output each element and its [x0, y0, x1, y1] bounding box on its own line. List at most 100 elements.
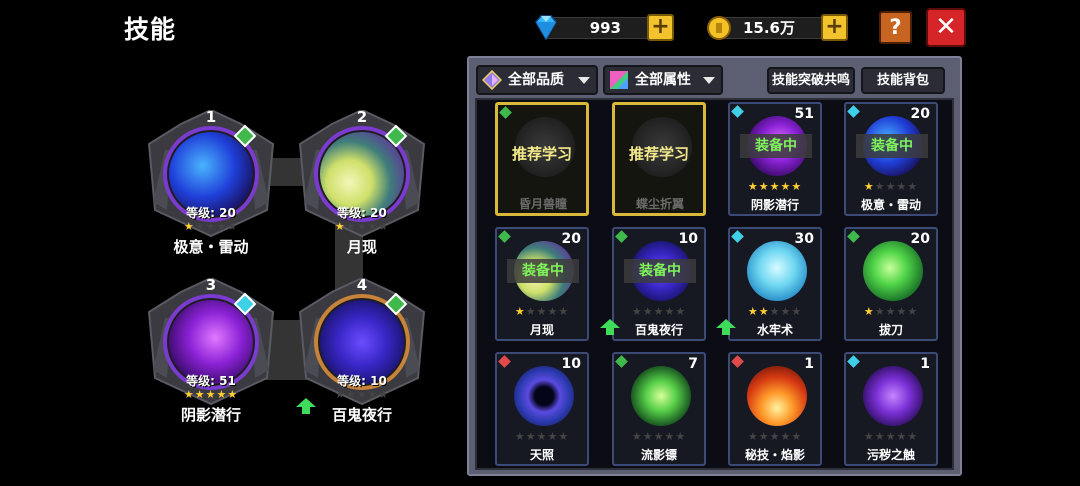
recommend-badge: 推荐学习	[628, 145, 689, 163]
skill-stars: ★★★★★	[863, 180, 919, 193]
skill-name: 天照	[529, 448, 554, 462]
quality-gem-icon	[615, 230, 628, 243]
skill-orb	[747, 366, 807, 426]
skill-count: 10	[561, 356, 581, 372]
quality-gem-icon	[482, 70, 502, 90]
skill-name: 昏月兽瞳	[518, 197, 567, 211]
diamond-currency: 993 +	[532, 14, 674, 41]
skill-inventory-panel: 全部品质 全部属性 技能突破共鸣 技能背包 推荐学习 昏月兽瞳 推荐学习 蝶尘折翼 51…	[467, 56, 962, 476]
skill-card[interactable]: 1 ★★★★★ 污秽之触	[844, 352, 938, 466]
quality-filter-label: 全部品质	[508, 72, 564, 88]
skill-count: 30	[794, 231, 814, 247]
slot-skill-name: 极意・雷动	[173, 238, 249, 256]
slot-number: 1	[205, 108, 217, 126]
slot-stars: ★★★★★	[334, 388, 390, 401]
recommend-badge: 推荐学习	[511, 145, 572, 163]
diamond-amount: 993	[546, 17, 656, 39]
skill-card[interactable]: 20 装备中 ★★★★★ 极意・雷动	[844, 102, 938, 216]
gold-coin-icon	[707, 16, 731, 40]
skill-card[interactable]: 51 装备中 ★★★★★ 阴影潜行	[728, 102, 822, 216]
skill-count: 51	[794, 106, 814, 122]
equipped-slot-3[interactable]: 3 等级: 51 ★★★★★ 阴影潜行	[145, 268, 277, 428]
slot-skill-name: 百鬼夜行	[331, 406, 392, 424]
slot-stars: ★★★★★	[183, 220, 239, 233]
skill-stars: ★★★★★	[514, 430, 570, 443]
quality-filter-dropdown[interactable]: 全部品质	[476, 65, 598, 95]
skill-count: 20	[910, 106, 930, 122]
chevron-down-icon	[578, 77, 590, 84]
skill-backpack-button[interactable]: 技能背包	[861, 67, 945, 94]
quality-gem-icon	[498, 355, 511, 368]
add-diamond-button[interactable]: +	[647, 14, 674, 41]
quality-gem-icon	[847, 355, 860, 368]
quality-gem-icon	[847, 230, 860, 243]
skill-stars: ★★★★★	[747, 180, 803, 193]
skill-stars: ★★★★★	[863, 430, 919, 443]
slot-skill-name: 月现	[346, 238, 377, 256]
quality-gem-icon	[847, 105, 860, 118]
slot-stars: ★★★★★	[334, 220, 390, 233]
skill-orb	[514, 366, 574, 426]
skill-card[interactable]: 30 ★★★★★ 水牢术	[728, 227, 822, 341]
slot-skill-name: 阴影潜行	[180, 406, 241, 424]
quality-gem-icon	[731, 355, 744, 368]
slot-stars: ★★★★★	[183, 388, 239, 401]
slot-number: 2	[356, 108, 368, 126]
skill-stars: ★★★★★	[747, 430, 803, 443]
slot-level: 等级: 20	[186, 206, 236, 220]
attribute-square-icon	[610, 71, 628, 89]
skill-stars: ★★★★★	[514, 305, 570, 318]
skill-name: 秘技・焰影	[744, 448, 805, 462]
gold-amount: 15.6万	[720, 17, 830, 39]
quality-gem-icon	[731, 230, 744, 243]
equipped-slot-1[interactable]: 1 等级: 20 ★★★★★ 极意・雷动	[145, 100, 277, 260]
skill-card-grid: 推荐学习 昏月兽瞳 推荐学习 蝶尘折翼 51 装备中 ★★★★★ 阴影潜行 20 装备中 ★★★★★…	[475, 98, 954, 470]
chevron-down-icon	[703, 77, 715, 84]
skill-card[interactable]: 20 ★★★★★ 拔刀	[844, 227, 938, 341]
gold-currency: 15.6万 +	[706, 14, 848, 41]
equipped-badge: 装备中	[507, 259, 579, 283]
attribute-filter-label: 全部属性	[635, 72, 691, 88]
help-button[interactable]: ?	[879, 11, 912, 44]
slot-number: 4	[356, 276, 368, 294]
skill-orb	[631, 366, 691, 426]
slot-level: 等级: 10	[337, 374, 387, 388]
upgrade-arrow-icon	[600, 319, 620, 335]
skill-breakthrough-button[interactable]: 技能突破共鸣	[767, 67, 855, 94]
add-gold-button[interactable]: +	[821, 14, 848, 41]
slot-level: 等级: 51	[186, 374, 236, 388]
equipped-badge: 装备中	[856, 134, 928, 158]
attribute-filter-dropdown[interactable]: 全部属性	[603, 65, 723, 95]
slot-level: 等级: 20	[337, 206, 387, 220]
skill-name: 月现	[529, 323, 554, 337]
skill-card[interactable]: 7 ★★★★★ 流影镖	[612, 352, 706, 466]
quality-gem-icon	[731, 105, 744, 118]
page-title: 技能	[124, 15, 177, 44]
skill-card[interactable]: 20 装备中 ★★★★★ 月现	[495, 227, 589, 341]
skill-card[interactable]: 10 ★★★★★ 天照	[495, 352, 589, 466]
skill-card[interactable]: 10 装备中 ★★★★★ 百鬼夜行	[612, 227, 706, 341]
skill-name: 极意・雷动	[860, 198, 921, 212]
quality-gem-icon	[615, 355, 628, 368]
skill-card[interactable]: 推荐学习 蝶尘折翼	[612, 102, 706, 216]
skill-card[interactable]: 推荐学习 昏月兽瞳	[495, 102, 589, 216]
quality-gem-icon	[498, 230, 511, 243]
skill-name: 拔刀	[878, 323, 903, 337]
skill-name: 水牢术	[756, 323, 793, 337]
skill-count: 20	[910, 231, 930, 247]
close-button[interactable]: ✕	[926, 8, 966, 47]
skill-name: 阴影潜行	[750, 198, 799, 212]
skill-stars: ★★★★★	[631, 430, 687, 443]
skill-stars: ★★★★★	[863, 305, 919, 318]
skill-stars: ★★★★★	[631, 305, 687, 318]
skill-orb	[747, 241, 807, 301]
skill-card[interactable]: 1 ★★★★★ 秘技・焰影	[728, 352, 822, 466]
skill-count: 1	[804, 356, 814, 372]
equipped-badge: 装备中	[740, 134, 812, 158]
skill-stars: ★★★★★	[747, 305, 803, 318]
equipped-slot-4[interactable]: 4 等级: 10 ★★★★★ 百鬼夜行	[296, 268, 428, 428]
skill-name: 蝶尘折翼	[635, 197, 684, 211]
skill-name: 污秽之触	[866, 448, 915, 462]
skill-orb	[863, 366, 923, 426]
equipped-slot-2[interactable]: 2 等级: 20 ★★★★★ 月现	[296, 100, 428, 260]
